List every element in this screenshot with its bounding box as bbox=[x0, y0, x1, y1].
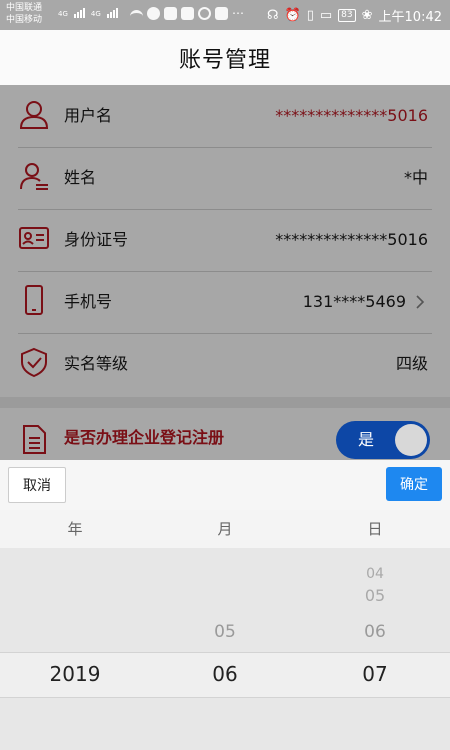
day-column-header: 日 bbox=[367, 520, 383, 538]
name-value: *中 bbox=[403, 168, 428, 187]
notification-icons: ⋯ bbox=[130, 7, 244, 20]
enterprise-registration-toggle[interactable]: 是 bbox=[336, 421, 430, 459]
battery-icon: 83 bbox=[338, 9, 356, 22]
day-option[interactable]: 04 bbox=[300, 566, 450, 578]
signal-bars-1-icon bbox=[73, 8, 85, 18]
alarm-icon: ⏰ bbox=[284, 8, 301, 23]
day-selected[interactable]: 07 bbox=[300, 662, 450, 686]
row-id-number: 身份证号 **************5016 bbox=[0, 209, 450, 271]
carrier-info: 中国联通 中国移动 bbox=[6, 2, 42, 26]
app-k-icon bbox=[147, 7, 160, 20]
document-icon bbox=[23, 425, 46, 454]
clock-time: 上午10:42 bbox=[378, 10, 442, 25]
username-value: **************5016 bbox=[275, 106, 428, 125]
person-name-icon bbox=[20, 163, 48, 190]
phone-icon bbox=[25, 285, 43, 315]
id-number-label: 身份证号 bbox=[64, 230, 129, 249]
verification-level-label: 实名等级 bbox=[64, 354, 129, 373]
enterprise-registration-row: 是否办理企业登记注册 是 bbox=[0, 408, 450, 460]
picker-column-headers: 年 月 日 bbox=[0, 510, 450, 548]
id-card-icon bbox=[19, 227, 49, 249]
app-gallery-icon bbox=[215, 7, 228, 20]
picker-wheels[interactable]: 2019 05 06 04 05 06 07 bbox=[0, 548, 450, 750]
network-type-2: 4G bbox=[90, 10, 101, 18]
picker-toolbar: 取消 确定 bbox=[0, 460, 450, 511]
more-dots-icon: ⋯ bbox=[232, 6, 244, 20]
no-sim-icon: ▭ bbox=[319, 8, 333, 23]
month-column-header: 月 bbox=[217, 520, 233, 538]
row-verification-level: 实名等级 四级 bbox=[0, 333, 450, 395]
signal-bars-2-icon bbox=[106, 8, 118, 18]
page-title: 账号管理 bbox=[178, 47, 271, 73]
toggle-knob bbox=[395, 424, 427, 456]
signal-indicators: 4G 4G bbox=[58, 8, 118, 18]
year-selected[interactable]: 2019 bbox=[0, 662, 150, 686]
app-search-icon bbox=[198, 7, 211, 20]
toggle-text: 是 bbox=[358, 430, 375, 449]
row-name: 姓名 *中 bbox=[0, 147, 450, 209]
enterprise-registration-label: 是否办理企业登记注册 bbox=[64, 428, 225, 447]
leaf-icon: ❀ bbox=[361, 8, 373, 23]
user-icon bbox=[19, 101, 49, 129]
account-info-list: 用户名 **************5016 姓名 *中 身份证号 ******… bbox=[0, 85, 450, 397]
carrier-2: 中国移动 bbox=[6, 15, 43, 25]
chevron-right-icon[interactable] bbox=[412, 293, 428, 311]
app-shield-icon bbox=[164, 7, 177, 20]
day-option[interactable]: 05 bbox=[300, 586, 450, 605]
month-selected[interactable]: 06 bbox=[150, 662, 300, 686]
row-phone[interactable]: 手机号 131****5469 bbox=[0, 271, 450, 333]
row-username: 用户名 **************5016 bbox=[0, 85, 450, 147]
carrier-1: 中国联通 bbox=[6, 3, 43, 13]
app-header: 账号管理 bbox=[0, 30, 450, 86]
shield-check-icon bbox=[21, 347, 47, 378]
year-column-header: 年 bbox=[67, 520, 83, 538]
verification-level-value: 四级 bbox=[395, 354, 428, 373]
network-type-1: 4G bbox=[58, 10, 68, 18]
status-right: ☊ ⏰ ▯ ▭ 83 ❀ 上午10:42 bbox=[267, 6, 442, 25]
confirm-button[interactable]: 确定 bbox=[386, 467, 442, 501]
cancel-button[interactable]: 取消 bbox=[8, 467, 66, 503]
app-c-icon bbox=[181, 7, 194, 20]
wifi-icon bbox=[130, 10, 143, 19]
status-bar: 中国联通 中国移动 4G 4G ⋯ ☊ ⏰ ▯ ▭ 83 ❀ 上午10:42 bbox=[0, 0, 450, 30]
name-label: 姓名 bbox=[64, 168, 97, 187]
section-gap bbox=[0, 397, 450, 408]
phone-label: 手机号 bbox=[64, 292, 113, 311]
date-picker: 取消 确定 年 月 日 2019 05 06 04 05 06 07 bbox=[0, 460, 450, 750]
vibrate-icon: ▯ bbox=[306, 8, 314, 23]
id-number-value: **************5016 bbox=[275, 230, 428, 249]
username-label: 用户名 bbox=[64, 106, 113, 125]
headset-icon: ☊ bbox=[266, 8, 279, 23]
day-option[interactable]: 06 bbox=[300, 622, 450, 642]
month-option[interactable]: 05 bbox=[150, 622, 300, 642]
phone-value: 131****5469 bbox=[302, 292, 406, 311]
